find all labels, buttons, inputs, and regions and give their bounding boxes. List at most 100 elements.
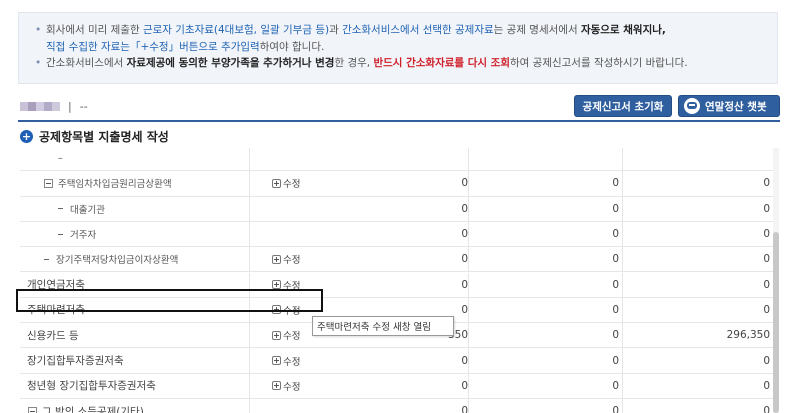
row-label-text: 거주자 <box>70 230 97 242</box>
collapse-icon[interactable] <box>44 178 53 188</box>
edit-label: 수정 <box>283 305 301 317</box>
value-cell-v1: 0 <box>390 196 468 221</box>
value-cell-v3: 0 <box>622 373 772 398</box>
value-text: 0 <box>763 253 770 266</box>
value-cell-v3: 0 <box>622 399 772 413</box>
edit-button[interactable]: 수정 <box>272 379 300 393</box>
row-label: 신용카드 등 <box>20 323 248 347</box>
value-cell-v3: 0 <box>622 297 772 323</box>
value-text: 0 <box>461 354 468 367</box>
row-label: 그 밖의 소득공제(기타) <box>20 399 248 413</box>
value-cell-v2: 0 <box>468 348 621 373</box>
value-text: 0 <box>461 202 468 215</box>
deduction-table: – 주택임차차입금원리금상환액 수정 0 0 0 대출기관 0 0 0 거주자 0 0 0 장기주택저당차입… <box>20 148 775 413</box>
value-text: 0 <box>461 405 468 413</box>
notice-box: • 회사에서 미리 제출한 근로자 기초자료(4대보험, 일괄 기부금 등)과 간… <box>18 12 778 84</box>
row-label: 주택임차차입금원리금상환액 <box>20 171 248 195</box>
notice-line-1: • 회사에서 미리 제출한 근로자 기초자료(4대보험, 일괄 기부금 등)과 간… <box>35 22 761 39</box>
value-cell-v3: 0 <box>622 196 772 221</box>
edit-label: 수정 <box>283 280 301 292</box>
row-label: 거주자 <box>20 222 248 246</box>
edit-cell: 수정 <box>249 348 390 373</box>
value-text: 0 <box>612 202 619 215</box>
tooltip: 주택마련저축 수정 새창 열림 <box>312 316 454 336</box>
row-label-text: 대출기관 <box>70 204 105 216</box>
value-text: 0 <box>763 303 770 316</box>
table-row: 장기집합투자증권저축 수정 0 0 0 <box>20 348 775 374</box>
value-text: 0 <box>763 202 770 215</box>
plus-box-icon <box>272 280 281 290</box>
value-text: 0 <box>461 379 468 392</box>
value-text: 0 <box>461 177 468 190</box>
edit-cell: 수정 <box>249 373 390 398</box>
section-title: + 공제항목별 지출명세 작성 <box>20 128 169 145</box>
table-row: 대출기관 0 0 0 <box>20 196 775 222</box>
collapse-icon[interactable] <box>28 406 37 413</box>
plus-box-icon <box>272 305 281 315</box>
edit-button[interactable]: 수정 <box>272 176 300 190</box>
value-cell-v2: 0 <box>468 196 621 221</box>
edit-cell <box>249 148 390 171</box>
value-cell-v2: 0 <box>468 221 621 247</box>
value-text: 0 <box>612 329 619 342</box>
edit-label: 수정 <box>283 356 301 368</box>
plus-box-icon <box>272 381 281 391</box>
edit-button[interactable]: 수정 <box>272 303 300 317</box>
chatbot-label: 연말정산 챗봇 <box>705 100 767 113</box>
value-text: 0 <box>461 303 468 316</box>
row-label: – <box>20 148 248 170</box>
notice-line-3: • 간소화서비스에서 자료제공에 동의한 부양가족을 추가하거나 변경한 경우, … <box>35 55 761 72</box>
value-cell-v1: 0 <box>390 247 468 272</box>
value-cell-v2: 0 <box>468 272 621 297</box>
edit-cell <box>249 399 390 413</box>
row-label: 개인연금저축 <box>20 273 248 297</box>
value-cell-v2: 0 <box>468 323 621 348</box>
value-text: 296,350 <box>726 329 770 342</box>
row-label-text: 개인연금저축 <box>27 279 85 292</box>
value-text: 0 <box>461 253 468 266</box>
value-cell-v1 <box>390 148 468 171</box>
header-rule <box>18 120 780 122</box>
edit-label: 수정 <box>283 331 301 343</box>
value-cell-v3: 296,350 <box>622 323 772 348</box>
value-text: 0 <box>763 379 770 392</box>
value-cell-v1: 0 <box>390 272 468 297</box>
bullet: • <box>35 24 42 36</box>
blurred-user-name <box>20 101 60 111</box>
tree-dash-icon <box>58 208 63 210</box>
edit-button[interactable]: 수정 <box>272 328 300 342</box>
value-cell-v2: 0 <box>468 171 621 196</box>
value-text: 0 <box>612 379 619 392</box>
edit-cell <box>249 221 390 247</box>
chatbot-button[interactable]: 연말정산 챗봇 <box>678 95 780 117</box>
edit-cell: 수정 <box>249 272 390 297</box>
value-cell-v3: 0 <box>622 348 772 373</box>
edit-cell <box>249 196 390 221</box>
edit-button[interactable]: 수정 <box>272 278 300 292</box>
row-label: 주택마련저축 <box>20 298 248 322</box>
value-text: 0 <box>763 354 770 367</box>
value-cell-v3: 0 <box>622 221 772 247</box>
plus-box-icon <box>272 356 281 366</box>
value-text: 0 <box>763 278 770 291</box>
value-text: 0 <box>612 228 619 241</box>
edit-button[interactable]: 수정 <box>272 252 300 266</box>
reset-deduction-button[interactable]: 공제신고서 초기화 <box>574 95 672 117</box>
edit-cell: 수정 <box>249 171 390 196</box>
row-label-text: – <box>58 152 63 164</box>
row-label-text: 장기주택저당차입금이자상환액 <box>56 255 179 267</box>
value-text: 0 <box>612 177 619 190</box>
value-text: 0 <box>763 177 770 190</box>
row-label: 청년형 장기집합투자증권저축 <box>20 374 248 398</box>
edit-button[interactable]: 수정 <box>272 354 300 368</box>
table-row: 그 밖의 소득공제(기타) 0 0 0 <box>20 399 775 413</box>
row-label-text: 주택마련저축 <box>27 304 85 317</box>
value-text: 0 <box>612 405 619 413</box>
scrollbar-thumb[interactable] <box>773 232 779 413</box>
edit-cell: 수정 <box>249 247 390 272</box>
bullet: • <box>35 57 42 69</box>
table-row: 장기주택저당차입금이자상환액 수정 0 0 0 <box>20 247 775 273</box>
value-cell-v1: 0 <box>390 373 468 398</box>
value-text: 0 <box>461 278 468 291</box>
value-text: 0 <box>612 354 619 367</box>
